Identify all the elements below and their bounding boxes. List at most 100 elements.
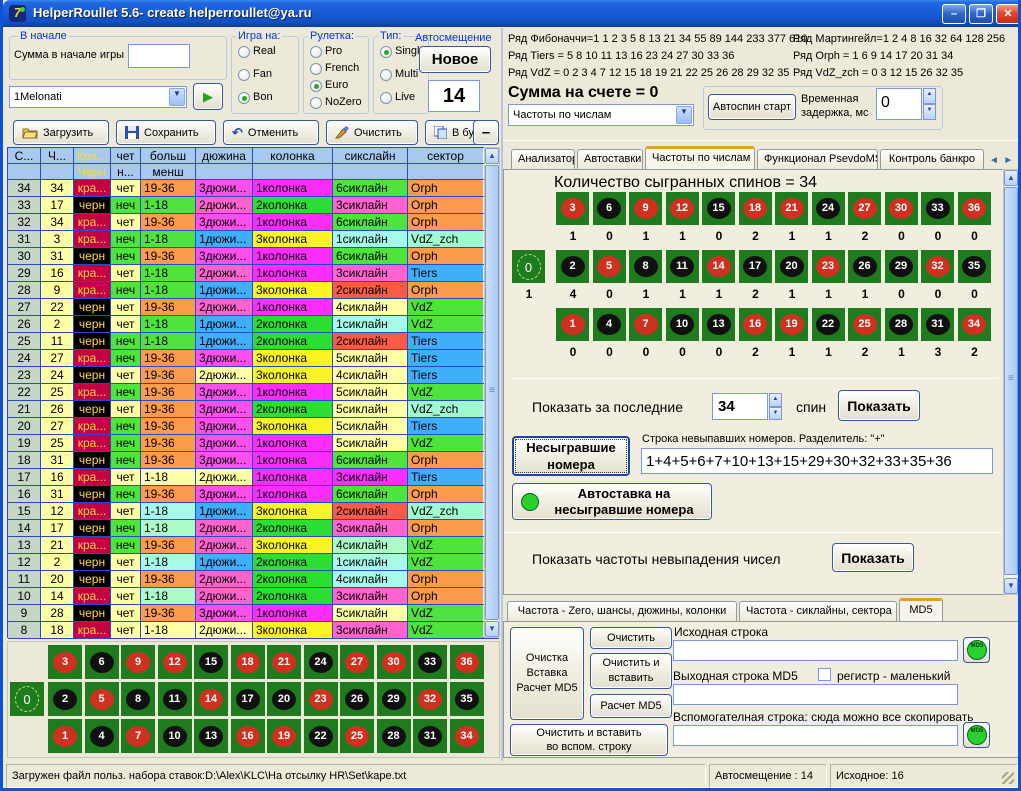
md5-aux-clear-button[interactable]: Очистить и вставитьво вспом. строку [510, 724, 668, 756]
md5-run-icon[interactable]: MD5 [963, 637, 990, 663]
table-row[interactable]: 1417черннеч1-182дюжи...2колонка3сиклайнO… [8, 520, 499, 537]
tab-scroll-buttons[interactable]: ◄ ► [989, 150, 1019, 167]
number-cell-34[interactable]: 34 [450, 719, 484, 753]
panel-scrollbar-thumb[interactable] [1004, 187, 1018, 575]
radio-option-nozero[interactable]: NoZero [310, 96, 362, 110]
number-cell-29[interactable]: 29 [377, 682, 411, 716]
number-cell-13[interactable]: 13 [194, 719, 228, 753]
number-cell-2[interactable]: 2 [48, 682, 82, 716]
show-last-value[interactable]: 34 [712, 393, 768, 420]
number-cell-9[interactable]: 9 [121, 645, 155, 679]
number-cell-24[interactable]: 24 [812, 192, 845, 225]
radio-icon[interactable] [310, 80, 322, 92]
table-row[interactable]: 818кра...чет1-182дюжи...3колонка3сиклайн… [8, 622, 499, 639]
number-cell-36[interactable]: 36 [450, 645, 484, 679]
number-cell-28[interactable]: 28 [885, 308, 918, 341]
maximize-button[interactable]: ❐ [969, 4, 993, 24]
number-cell-5[interactable]: 5 [593, 250, 626, 283]
md5-clear-button[interactable]: Очистить [590, 627, 672, 649]
number-cell-16[interactable]: 16 [739, 308, 772, 341]
number-cell-10[interactable]: 10 [158, 719, 192, 753]
number-cell-32[interactable]: 32 [921, 250, 954, 283]
number-cell-15[interactable]: 15 [194, 645, 228, 679]
number-cell-4[interactable]: 4 [593, 308, 626, 341]
resize-grip[interactable] [1002, 772, 1014, 784]
show-last-spinner[interactable]: ▲▼ [769, 393, 782, 420]
md5-calc-button[interactable]: Расчет MD5 [590, 694, 672, 718]
number-cell-33[interactable]: 33 [413, 645, 447, 679]
mode-combobox[interactable]: Частоты по числам ▼ [508, 104, 694, 126]
results-table[interactable]: С...Ч...Кра...четбольшдюжинаколонкасиксл… [7, 147, 500, 638]
table-row[interactable]: 2511черннеч1-181дюжи...2колонка2сиклайнT… [8, 333, 499, 350]
table-row[interactable]: 289кра...неч1-181дюжи...3колонка2сиклайн… [8, 282, 499, 299]
number-cell-20[interactable]: 20 [267, 682, 301, 716]
number-cell-17[interactable]: 17 [231, 682, 265, 716]
number-cell-25[interactable]: 25 [848, 308, 881, 341]
number-cell-21[interactable]: 21 [775, 192, 808, 225]
number-cell-6[interactable]: 6 [593, 192, 626, 225]
chevron-down-icon[interactable]: ▼ [169, 88, 185, 106]
number-cell-19[interactable]: 19 [267, 719, 301, 753]
chevron-down-icon[interactable]: ▼ [676, 106, 692, 124]
number-cell-36[interactable]: 36 [958, 192, 991, 225]
number-cell-34[interactable]: 34 [958, 308, 991, 341]
show-button[interactable]: Показать [838, 390, 920, 421]
radio-option-real[interactable]: Real [238, 45, 276, 59]
md5-run-aux-icon[interactable]: MD5 [963, 722, 990, 748]
bottom-tab-2[interactable]: Частота - сиклайны, сектора [739, 601, 897, 621]
number-cell-23[interactable]: 23 [304, 682, 338, 716]
zero-cell[interactable]: 0 [10, 682, 44, 716]
table-row[interactable]: 1120чернчет19-362дюжи...2колонка4сиклайн… [8, 571, 499, 588]
number-cell-11[interactable]: 11 [158, 682, 192, 716]
title-bar[interactable]: 7 HelperRoullet 5.6- create helperroulle… [3, 0, 1021, 27]
number-cell-12[interactable]: 12 [666, 192, 699, 225]
tab-5[interactable]: Контроль банкро [880, 149, 984, 169]
save-button[interactable]: Сохранить [116, 120, 216, 145]
new-button[interactable]: Новое [419, 46, 491, 73]
number-cell-26[interactable]: 26 [848, 250, 881, 283]
number-cell-25[interactable]: 25 [340, 719, 374, 753]
bottom-tab-1[interactable]: Частота - Zero, шансы, дюжины, колонки [507, 601, 737, 621]
table-row[interactable]: 1716кра...чет1-182дюжи...1колонка3сиклай… [8, 469, 499, 486]
number-cell-8[interactable]: 8 [121, 682, 155, 716]
scroll-up-icon[interactable]: ▲ [1004, 170, 1018, 186]
radio-icon[interactable] [380, 92, 392, 104]
md5-source-input[interactable] [673, 640, 958, 661]
number-cell-11[interactable]: 11 [666, 250, 699, 283]
radio-option-fan[interactable]: Fan [238, 68, 272, 82]
table-row[interactable]: 122чернчет1-181дюжи...2колонка1сиклайнVd… [8, 554, 499, 571]
table-row[interactable]: 262чернчет1-181дюжи...2колонка1сиклайнVd… [8, 316, 499, 333]
radio-icon[interactable] [238, 69, 250, 81]
number-cell-19[interactable]: 19 [775, 308, 808, 341]
tab-1[interactable]: Анализатор [511, 149, 575, 169]
number-cell-35[interactable]: 35 [450, 682, 484, 716]
tab-4[interactable]: Функционал PsevdoMS [757, 149, 878, 169]
close-button[interactable]: ✕ [996, 4, 1020, 24]
number-cell-24[interactable]: 24 [304, 645, 338, 679]
number-cell-27[interactable]: 27 [340, 645, 374, 679]
md5-aux-input[interactable] [673, 725, 958, 746]
number-cell-14[interactable]: 14 [702, 250, 735, 283]
number-cell-7[interactable]: 7 [121, 719, 155, 753]
undo-button[interactable]: ↶ Отменить [223, 120, 319, 145]
table-row[interactable]: 1321кра...неч19-362дюжи...3колонка4сикла… [8, 537, 499, 554]
radio-option-pro[interactable]: Pro [310, 45, 342, 59]
unplayed-numbers-button[interactable]: Несыгравшиеномера [512, 436, 630, 476]
number-cell-31[interactable]: 31 [413, 719, 447, 753]
number-cell-30[interactable]: 30 [377, 645, 411, 679]
minimize-button[interactable]: – [942, 4, 966, 24]
collapse-button[interactable]: – [473, 120, 499, 145]
md5-clear-paste-button[interactable]: Очистить ивставить [590, 653, 672, 689]
table-row[interactable]: 1512кра...чет1-181дюжи...3колонка2сиклай… [8, 503, 499, 520]
number-cell-3[interactable]: 3 [556, 192, 589, 225]
delay-spinner[interactable]: ▲▼ [923, 88, 936, 120]
start-sum-input[interactable] [128, 44, 190, 68]
number-cell-7[interactable]: 7 [629, 308, 662, 341]
scroll-down-icon[interactable]: ▼ [1004, 578, 1018, 594]
table-row[interactable]: 1831черннеч19-363дюжи...1колонка6сиклайн… [8, 452, 499, 469]
number-cell-17[interactable]: 17 [739, 250, 772, 283]
unplayed-string-input[interactable]: 1+4+5+6+7+10+13+15+29+30+32+33+35+36 [641, 448, 993, 474]
radio-option-french[interactable]: French [310, 62, 359, 76]
md5-big-button[interactable]: ОчисткаВставкаРасчет MD5 [510, 627, 584, 720]
tab-2[interactable]: Автоставки [577, 149, 643, 169]
